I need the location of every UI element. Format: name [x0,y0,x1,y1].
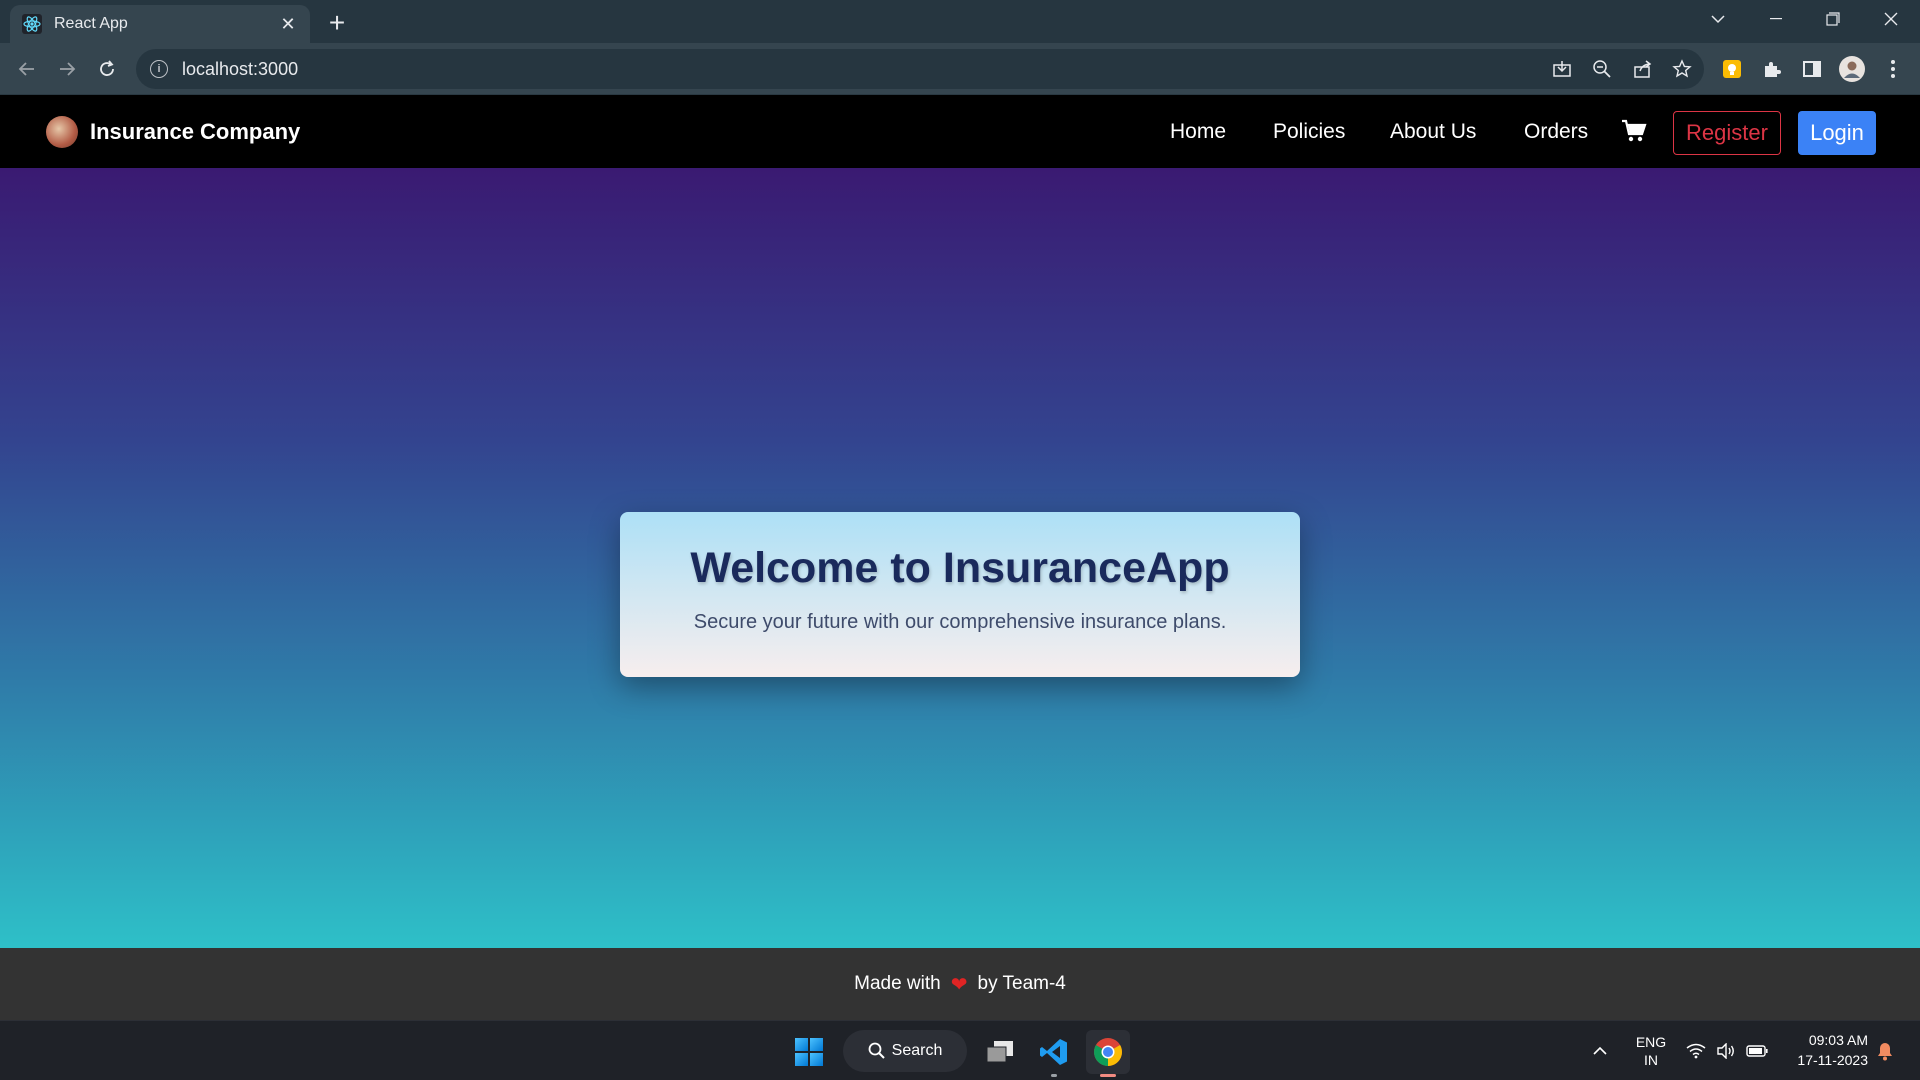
welcome-subtitle: Secure your future with our comprehensiv… [693,611,1227,633]
back-icon[interactable] [11,53,43,85]
register-button[interactable]: Register [1673,111,1781,155]
close-window-icon[interactable] [1863,0,1919,38]
bookmark-star-icon[interactable] [1668,55,1696,83]
nav-orders[interactable]: Orders [1524,95,1588,168]
chrome-icon[interactable] [1086,1030,1130,1074]
share-icon[interactable] [1629,55,1657,83]
nav-about-us[interactable]: About Us [1390,95,1476,168]
wifi-icon[interactable] [1686,1021,1706,1080]
brand[interactable]: Insurance Company [46,95,300,168]
battery-icon[interactable] [1746,1021,1768,1080]
task-view-icon[interactable] [978,1030,1022,1074]
address-bar[interactable]: i localhost:3000 [136,49,1704,89]
url-text: localhost:3000 [182,58,299,79]
taskbar-search-label: Search [891,1042,943,1059]
browser-tab[interactable]: React App ✕ [10,5,310,43]
vscode-icon[interactable] [1032,1030,1076,1074]
hero-section: Welcome to InsuranceApp Secure your futu… [0,168,1920,948]
tray-overflow-icon[interactable] [1592,1021,1608,1080]
heart-icon: ❤ [950,973,968,996]
windows-start-icon[interactable] [795,1038,823,1066]
cart-icon[interactable] [1621,119,1647,143]
lang-code: ENG [1635,1034,1667,1050]
tab-close-icon[interactable]: ✕ [278,14,298,34]
react-icon [22,14,42,34]
region-code: IN [1644,1052,1658,1068]
taskbar-clock[interactable]: 09:03 AM 17-11-2023 [1780,1030,1868,1070]
vscode-running-indicator [1051,1074,1057,1077]
app-navbar: Insurance Company Home Policies About Us… [0,95,1920,168]
browser-tab-bar: React App ✕ + [0,0,1920,43]
forward-icon[interactable] [51,53,83,85]
search-icon [868,1042,885,1059]
install-app-icon[interactable] [1548,55,1576,83]
welcome-title: Welcome to InsuranceApp [690,544,1230,592]
language-indicator[interactable]: ENG IN [1634,1021,1668,1080]
tab-search-icon[interactable] [1690,0,1746,38]
volume-icon[interactable] [1716,1021,1736,1080]
extensions-puzzle-icon[interactable] [1758,55,1786,83]
clock-time: 09:03 AM [1808,1032,1868,1048]
footer-prefix: Made with [854,973,941,994]
zoom-icon[interactable] [1588,55,1616,83]
taskbar: Search ENG IN 09:03 AM 17-11-2023 [0,1020,1920,1080]
profile-avatar-icon[interactable] [1838,55,1866,83]
clock-date: 17-11-2023 [1797,1052,1868,1068]
brand-name: Insurance Company [90,118,301,144]
nav-home[interactable]: Home [1170,95,1226,168]
taskbar-search-button[interactable]: Search [843,1030,967,1072]
side-panel-icon[interactable] [1798,55,1826,83]
notification-bell-icon[interactable] [1876,1021,1894,1080]
extension-keep-icon[interactable] [1718,55,1746,83]
welcome-card: Welcome to InsuranceApp Secure your futu… [620,512,1300,677]
new-tab-icon[interactable]: + [322,7,352,38]
footer-suffix: by Team-4 [977,973,1066,994]
login-button[interactable]: Login [1798,111,1876,155]
minimize-icon[interactable] [1748,0,1804,38]
chrome-active-indicator [1100,1074,1116,1077]
footer: Made with ❤ by Team-4 [0,948,1920,1020]
tab-title: React App [54,15,128,32]
site-info-icon[interactable]: i [150,60,168,78]
nav-policies[interactable]: Policies [1273,95,1345,168]
browser-toolbar: i localhost:3000 [0,43,1920,95]
browser-menu-icon[interactable] [1879,55,1907,83]
restore-icon[interactable] [1805,0,1861,38]
insurance-logo-icon [46,115,78,148]
reload-icon[interactable] [91,53,123,85]
